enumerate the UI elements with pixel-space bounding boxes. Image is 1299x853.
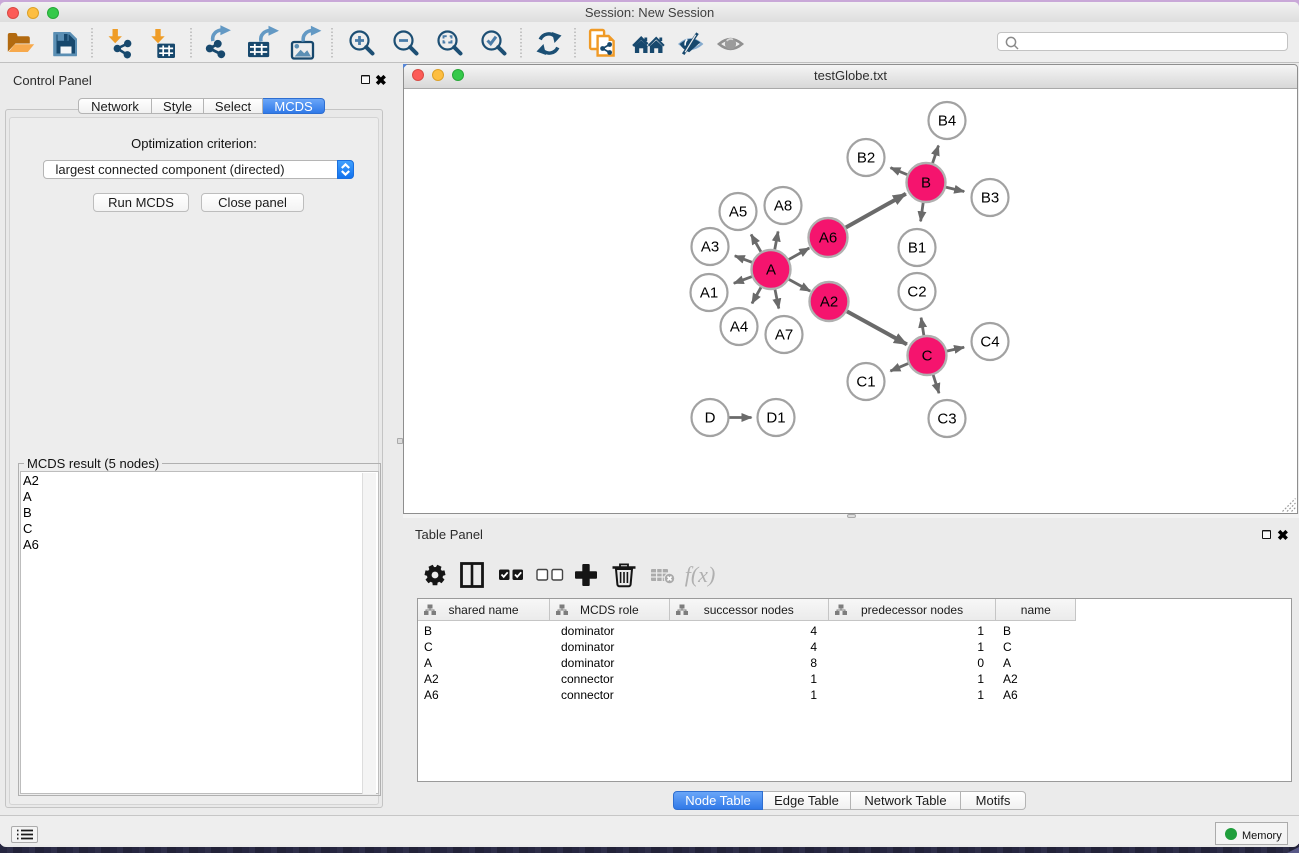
svg-text:A4: A4 [730,318,748,335]
svg-text:A7: A7 [775,326,793,343]
svg-text:f(x): f(x) [685,562,716,587]
svg-text:B2: B2 [857,149,875,166]
svg-text:A1: A1 [700,284,718,301]
svg-text:A3: A3 [701,238,719,255]
svg-text:B4: B4 [938,112,956,129]
svg-text:C4: C4 [980,333,999,350]
svg-text:C2: C2 [907,283,926,300]
svg-text:B: B [921,174,931,191]
svg-text:C1: C1 [856,373,875,390]
svg-text:B1: B1 [908,239,926,256]
svg-text:D1: D1 [766,409,785,426]
svg-text:A8: A8 [774,197,792,214]
svg-text:B3: B3 [981,189,999,206]
svg-text:A5: A5 [729,203,747,220]
svg-text:A: A [766,261,776,278]
svg-text:D: D [705,409,716,426]
svg-text:C3: C3 [937,410,956,427]
svg-text:C: C [922,347,933,364]
svg-text:A2: A2 [820,293,838,310]
svg-text:A6: A6 [819,229,837,246]
